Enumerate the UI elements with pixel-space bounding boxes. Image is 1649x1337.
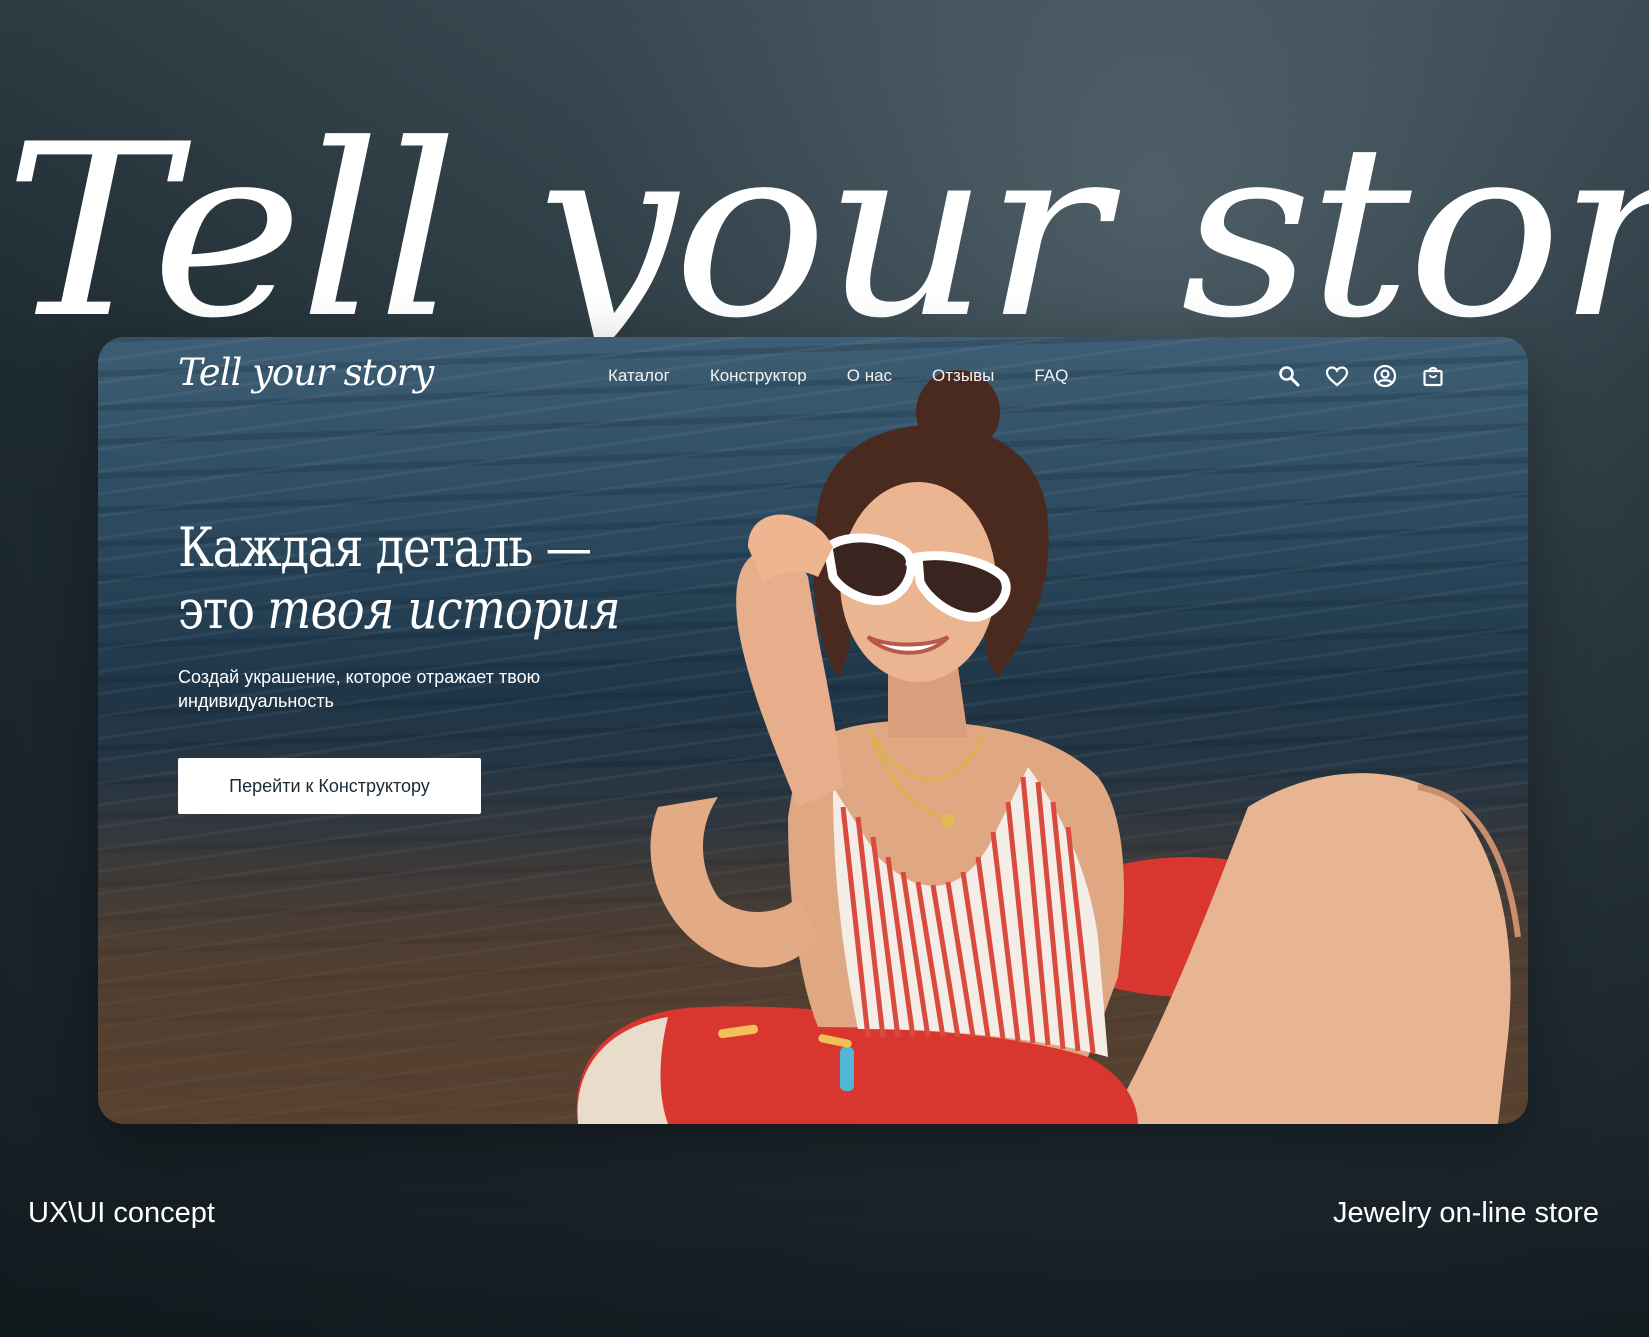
headline-line2-script: твоя история <box>267 578 620 641</box>
heart-icon[interactable] <box>1324 363 1350 389</box>
headline-line1: Каждая деталь — <box>178 516 592 579</box>
site-logo[interactable]: Tell your story <box>178 351 434 394</box>
caption-ux-ui-concept: UX\UI concept <box>28 1197 215 1229</box>
nav-item-constructor[interactable]: Конструктор <box>710 366 807 386</box>
nav-item-reviews[interactable]: Отзывы <box>932 366 994 386</box>
caption-jewelry-store: Jewelry on-line store <box>1333 1197 1599 1229</box>
hero-subtext: Создай украшение, которое отражает твою … <box>178 667 541 711</box>
nav-item-faq[interactable]: FAQ <box>1034 366 1068 386</box>
headline-line2-plain: это <box>178 578 255 641</box>
search-icon[interactable] <box>1276 363 1302 389</box>
nav-links: Каталог Конструктор О нас Отзывы FAQ <box>608 366 1068 386</box>
hero-photo <box>576 370 1521 1124</box>
hero-headline: Каждая деталь — это твоя история <box>178 517 625 641</box>
navbar: Tell your story Каталог Конструктор О на… <box>98 337 1528 417</box>
nav-item-about[interactable]: О нас <box>847 366 892 386</box>
nav-icons <box>1276 363 1446 389</box>
poster-title-text: Tell your story <box>4 94 1649 341</box>
nav-item-catalog[interactable]: Каталог <box>608 366 670 386</box>
website-mockup: Tell your story Каталог Конструктор О на… <box>98 337 1528 1124</box>
hero-copy: Каждая деталь — это твоя история Создай … <box>178 517 698 713</box>
poster-title: Tell your story <box>4 88 1649 341</box>
shopping-bag-icon[interactable] <box>1420 363 1446 389</box>
user-icon[interactable] <box>1372 363 1398 389</box>
go-to-constructor-button[interactable]: Перейти к Конструктору <box>178 758 481 814</box>
